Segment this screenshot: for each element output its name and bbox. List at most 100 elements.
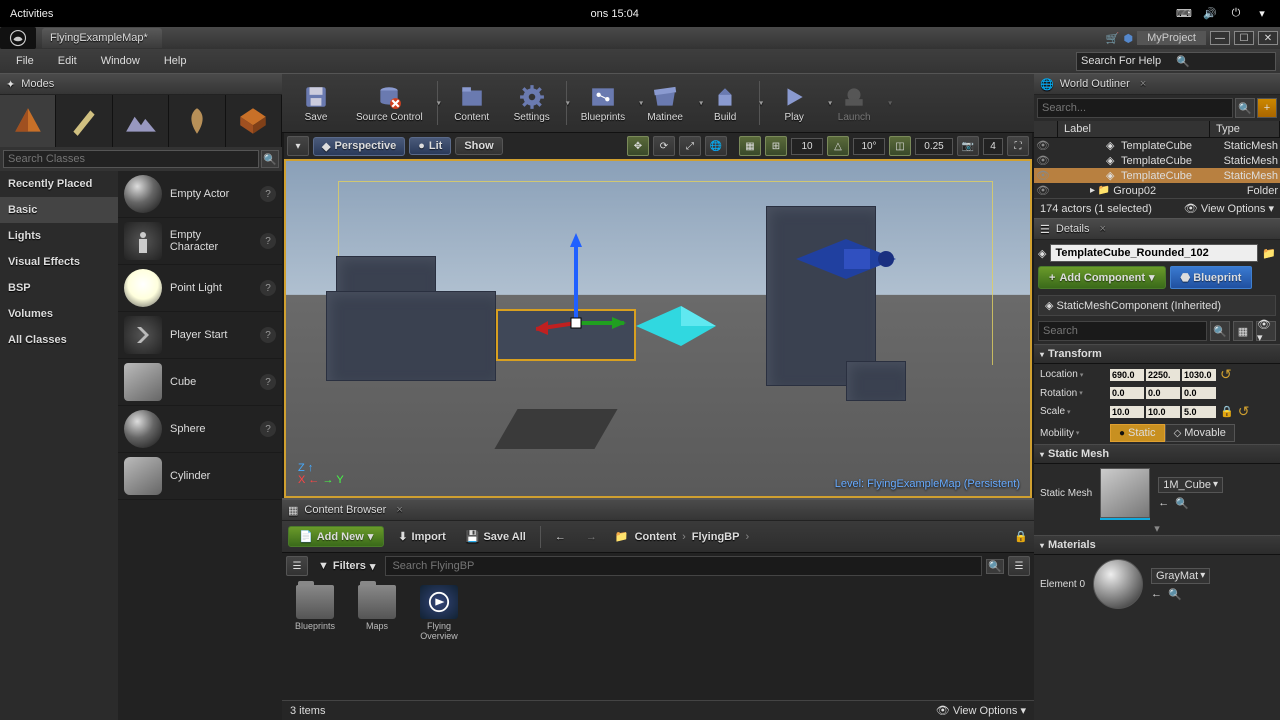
use-selected-icon[interactable]: ←	[1151, 588, 1162, 601]
content-search-input[interactable]	[385, 556, 982, 576]
camera-speed-button[interactable]: 📷	[957, 136, 979, 156]
content-button[interactable]: Content	[444, 77, 500, 129]
menu-help[interactable]: Help	[152, 52, 199, 70]
lit-dropdown[interactable]: ● Lit	[409, 137, 451, 155]
browse-icon[interactable]: 🔍	[1168, 588, 1182, 601]
crumb-content[interactable]: Content	[635, 531, 677, 543]
component-item[interactable]: ◈ StaticMeshComponent (Inherited)	[1038, 295, 1276, 316]
keyboard-icon[interactable]: ⌨	[1176, 6, 1192, 22]
modes-panel-tab[interactable]: ✦ Modes	[0, 73, 282, 95]
grid-snap-button[interactable]: ⊞	[765, 136, 787, 156]
place-sphere[interactable]: Sphere?	[118, 406, 282, 453]
save-button[interactable]: Save	[288, 77, 344, 129]
close-button[interactable]: ✕	[1258, 31, 1278, 45]
matinee-button[interactable]: Matinee▾	[637, 77, 693, 129]
filters-button[interactable]: ▼ Filters ▾	[312, 557, 381, 576]
scale-z-input[interactable]	[1182, 406, 1216, 418]
actor-name-input[interactable]	[1050, 244, 1258, 262]
static-mesh-header[interactable]: Static Mesh	[1034, 444, 1280, 464]
rotation-z-input[interactable]	[1182, 387, 1216, 399]
search-icon[interactable]: 🔍	[261, 150, 279, 168]
browse-icon[interactable]: 🔍	[1175, 497, 1189, 510]
scale-x-input[interactable]	[1110, 406, 1144, 418]
eye-icon[interactable]: 👁	[1036, 154, 1050, 167]
outliner-row[interactable]: 👁◈TemplateCubeStaticMesh	[1034, 153, 1280, 168]
menu-edit[interactable]: Edit	[46, 52, 89, 70]
help-icon[interactable]: ?	[260, 374, 276, 390]
search-icon[interactable]: 🔍	[1235, 98, 1255, 118]
grid-snap-value[interactable]: 10	[791, 138, 823, 155]
mobility-static[interactable]: ● Static	[1110, 424, 1165, 442]
eye-icon[interactable]: 👁	[1036, 139, 1050, 152]
menu-file[interactable]: File	[4, 52, 46, 70]
mobility-movable[interactable]: ◇ Movable	[1165, 424, 1235, 442]
search-help-input[interactable]: Search For Help 🔍	[1076, 52, 1276, 71]
cat-bsp[interactable]: BSP	[0, 275, 118, 301]
details-search-input[interactable]	[1038, 321, 1207, 341]
place-player-start[interactable]: Player Start?	[118, 312, 282, 359]
mode-geometry[interactable]	[226, 95, 282, 147]
material-asset-dropdown[interactable]: GrayMat ▾	[1151, 568, 1210, 584]
activities-label[interactable]: Activities	[10, 8, 53, 20]
rotate-gizmo-button[interactable]: ⟳	[653, 136, 675, 156]
scale-snap-value[interactable]: 0.25	[915, 138, 953, 155]
eye-icon[interactable]: 👁	[1036, 184, 1050, 197]
launch-button[interactable]: Launch▾	[826, 77, 882, 129]
help-icon[interactable]: ?	[260, 186, 276, 202]
lock-icon[interactable]: 🔒	[1014, 530, 1028, 543]
browse-icon[interactable]: 📁	[1262, 247, 1276, 260]
import-button[interactable]: ⬇ Import	[392, 527, 451, 546]
place-empty-actor[interactable]: Empty Actor?	[118, 171, 282, 218]
show-dropdown[interactable]: Show	[455, 137, 502, 155]
reset-icon[interactable]: ↺	[1220, 366, 1232, 383]
cat-volumes[interactable]: Volumes	[0, 301, 118, 327]
eye-icon[interactable]: 👁	[1036, 169, 1050, 182]
cb-settings-icon[interactable]: ☰	[1008, 556, 1030, 576]
play-button[interactable]: Play▾	[766, 77, 822, 129]
help-icon[interactable]: ?	[260, 233, 276, 249]
source-control-button[interactable]: Source Control▾	[348, 77, 431, 129]
sources-toggle[interactable]: ☰	[286, 556, 308, 576]
settings-button[interactable]: Settings▾	[504, 77, 560, 129]
location-x-input[interactable]	[1110, 369, 1144, 381]
place-cylinder[interactable]: Cylinder	[118, 453, 282, 500]
transform-header[interactable]: Transform	[1034, 344, 1280, 364]
property-matrix-icon[interactable]: ▦	[1233, 321, 1253, 341]
help-icon[interactable]: ?	[260, 421, 276, 437]
scale-snap-button[interactable]: ◫	[889, 136, 911, 156]
search-icon[interactable]: 🔍	[1210, 321, 1230, 341]
content-browser-tab[interactable]: ▦ Content Browser×	[282, 499, 1034, 521]
vp-menu-button[interactable]: ▾	[287, 136, 309, 156]
add-new-button[interactable]: 📄 Add New ▾	[288, 526, 384, 547]
outliner-search-input[interactable]	[1037, 98, 1233, 118]
blueprints-button[interactable]: Blueprints▾	[573, 77, 633, 129]
save-all-button[interactable]: 💾 Save All	[460, 527, 532, 546]
mode-paint[interactable]	[56, 95, 112, 147]
materials-header[interactable]: Materials	[1034, 535, 1280, 555]
source-icon[interactable]: ⬢	[1123, 32, 1133, 45]
view-options-button[interactable]: 👁 View Options ▾	[1184, 202, 1274, 215]
blueprint-button[interactable]: ⬣ Blueprint	[1170, 266, 1253, 289]
volume-icon[interactable]: 🔊	[1202, 6, 1218, 22]
cat-all-classes[interactable]: All Classes	[0, 327, 118, 353]
mode-landscape[interactable]	[113, 95, 169, 147]
outliner-row-selected[interactable]: 👁◈TemplateCubeStaticMesh	[1034, 168, 1280, 183]
asset-maps-folder[interactable]: Maps	[354, 585, 400, 694]
mode-foliage[interactable]	[169, 95, 225, 147]
cat-recently-placed[interactable]: Recently Placed	[0, 171, 118, 197]
outliner-row[interactable]: 👁▸ 📁 Group02Folder	[1034, 183, 1280, 198]
marketplace-icon[interactable]: 🛒	[1106, 32, 1120, 45]
perspective-dropdown[interactable]: ◆ Perspective	[313, 137, 405, 156]
document-tab[interactable]: FlyingExampleMap*	[42, 28, 162, 48]
maximize-button[interactable]: ☐	[1234, 31, 1254, 45]
reset-icon[interactable]: ↺	[1238, 403, 1250, 420]
3d-viewport[interactable]: Z ↑X ← → Y Level: FlyingExampleMap (Pers…	[284, 159, 1032, 498]
power-icon[interactable]: ⏻	[1228, 6, 1244, 22]
path-back-button[interactable]: ←	[549, 528, 572, 546]
cat-basic[interactable]: Basic	[0, 197, 118, 223]
camera-speed-value[interactable]: 4	[983, 138, 1003, 155]
menu-window[interactable]: Window	[89, 52, 152, 70]
search-icon[interactable]: 🔍	[986, 559, 1004, 574]
world-local-toggle[interactable]: 🌐	[705, 136, 727, 156]
cat-visual-effects[interactable]: Visual Effects	[0, 249, 118, 275]
